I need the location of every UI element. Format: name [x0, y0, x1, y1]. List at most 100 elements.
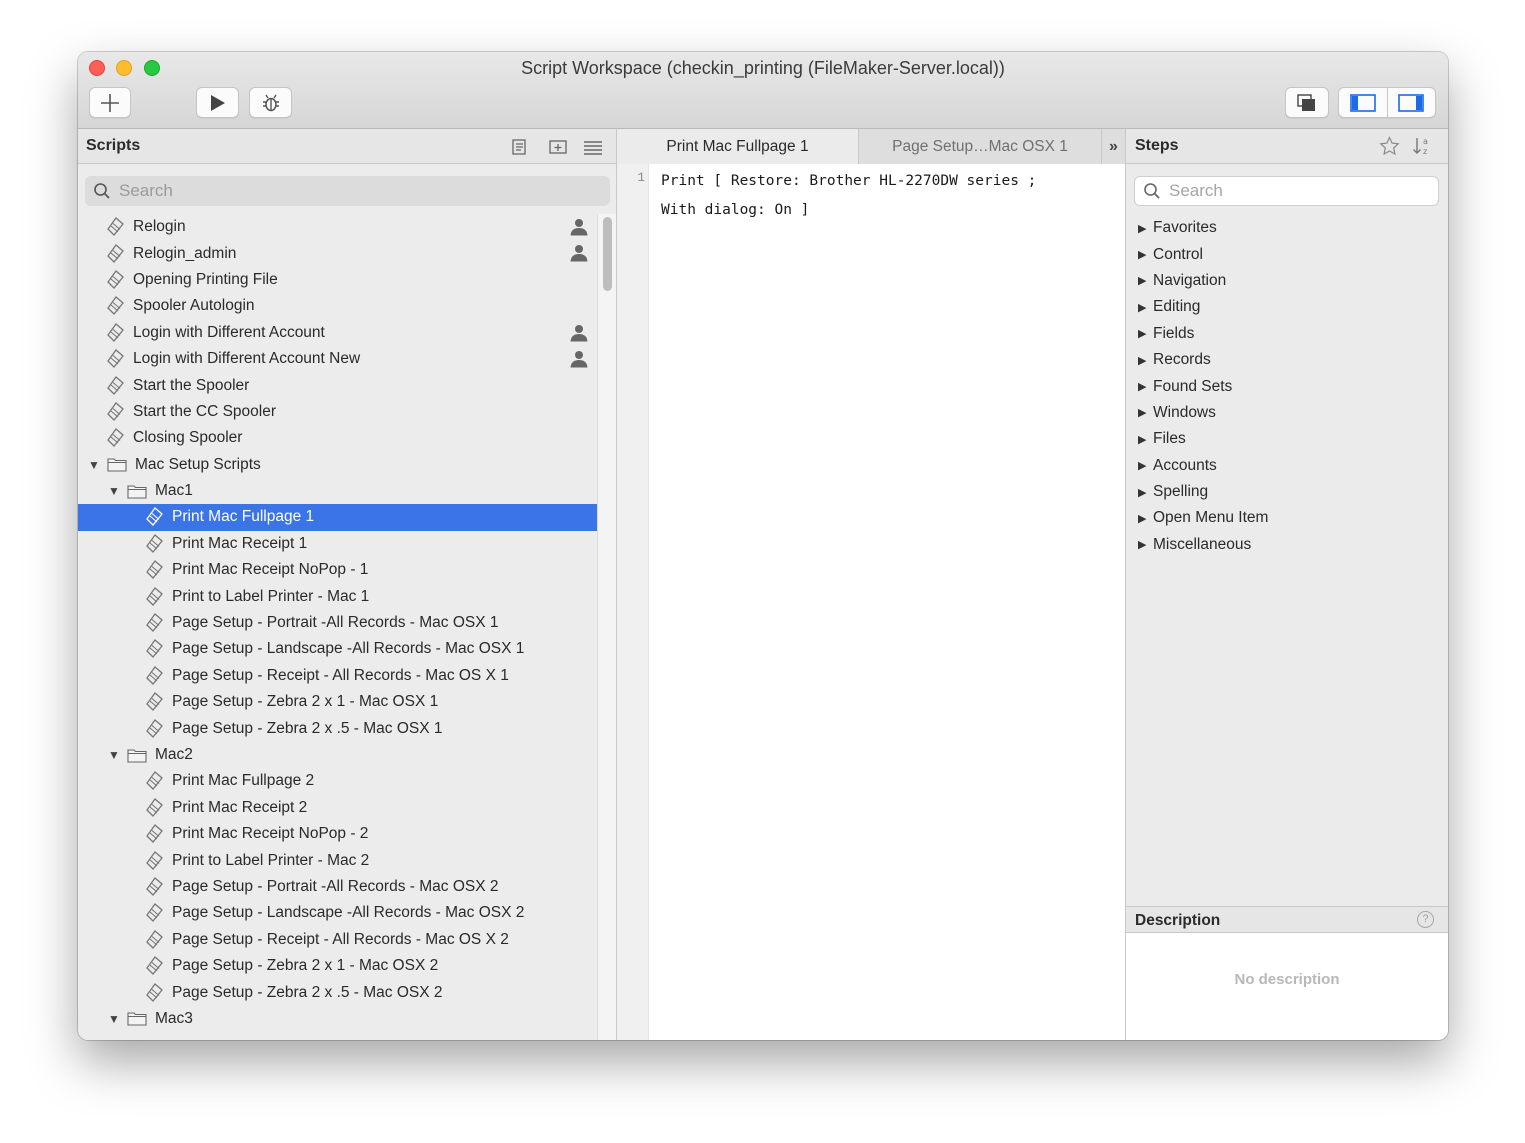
script-item[interactable]: Login with Different Account New: [78, 346, 597, 372]
script-label: Page Setup - Zebra 2 x .5 - Mac OSX 2: [172, 983, 443, 1001]
script-item[interactable]: Page Setup - Zebra 2 x 1 - Mac OSX 1: [78, 689, 597, 715]
disclosure-triangle-closed-icon[interactable]: ▶: [1138, 486, 1153, 499]
script-item[interactable]: Start the CC Spooler: [78, 399, 597, 425]
script-icon: [146, 850, 164, 870]
script-item[interactable]: Page Setup - Landscape -All Records - Ma…: [78, 900, 597, 926]
step-category-item[interactable]: ▶ Found Sets: [1138, 373, 1268, 399]
disclosure-triangle-open-icon[interactable]: ▼: [107, 484, 121, 498]
script-item[interactable]: Page Setup - Portrait -All Records - Mac…: [78, 610, 597, 636]
steps-header-label: Steps: [1135, 137, 1179, 154]
script-tabs: Print Mac Fullpage 1 Page Setup…Mac OSX …: [617, 129, 1126, 164]
folder-icon: [107, 457, 127, 472]
disclosure-triangle-open-icon[interactable]: ▼: [87, 458, 101, 472]
script-icon: [107, 401, 125, 421]
step-category-item[interactable]: ▶ Control: [1138, 241, 1268, 267]
script-item[interactable]: Print to Label Printer - Mac 1: [78, 583, 597, 609]
script-label: Login with Different Account: [133, 323, 325, 341]
disclosure-triangle-open-icon[interactable]: ▼: [107, 748, 121, 762]
script-item[interactable]: Print Mac Fullpage 2: [78, 768, 597, 794]
scripts-search-input[interactable]: [119, 181, 559, 201]
disclosure-triangle-closed-icon[interactable]: ▶: [1138, 380, 1153, 393]
run-script-button[interactable]: [196, 87, 239, 118]
script-item[interactable]: Page Setup - Zebra 2 x .5 - Mac OSX 2: [78, 979, 597, 1005]
step-category-item[interactable]: ▶ Open Menu Item: [1138, 505, 1268, 531]
help-icon[interactable]: ?: [1417, 911, 1434, 928]
folder-item[interactable]: ▼ Mac1: [78, 478, 597, 504]
script-icon: [107, 217, 125, 237]
disclosure-triangle-closed-icon[interactable]: ▶: [1138, 459, 1153, 472]
script-label: Page Setup - Receipt - All Records - Mac…: [172, 930, 509, 948]
step-category-item[interactable]: ▶ Favorites: [1138, 215, 1268, 241]
disclosure-triangle-closed-icon[interactable]: ▶: [1138, 248, 1153, 261]
script-item[interactable]: Page Setup - Zebra 2 x 1 - Mac OSX 2: [78, 953, 597, 979]
script-item[interactable]: Opening Printing File: [78, 267, 597, 293]
more-tabs-button[interactable]: »: [1102, 129, 1126, 164]
disclosure-triangle-closed-icon[interactable]: ▶: [1138, 538, 1153, 551]
toggle-left-panel-button[interactable]: [1339, 88, 1387, 117]
step-category-label: Records: [1153, 351, 1211, 369]
step-category-item[interactable]: ▶ Records: [1138, 347, 1268, 373]
script-item[interactable]: Page Setup - Portrait -All Records - Mac…: [78, 874, 597, 900]
window-list-button[interactable]: [1285, 87, 1329, 118]
folder-item[interactable]: ▼ Mac Setup Scripts: [78, 452, 597, 478]
script-item[interactable]: Page Setup - Zebra 2 x .5 - Mac OSX 1: [78, 715, 597, 741]
disclosure-triangle-closed-icon[interactable]: ▶: [1138, 274, 1153, 287]
script-item[interactable]: Login with Different Account: [78, 320, 597, 346]
step-category-item[interactable]: ▶ Editing: [1138, 294, 1268, 320]
new-script-button[interactable]: [89, 87, 131, 118]
step-category-item[interactable]: ▶ Windows: [1138, 400, 1268, 426]
step-category-item[interactable]: ▶ Accounts: [1138, 453, 1268, 479]
script-item[interactable]: Print Mac Receipt 2: [78, 795, 597, 821]
scrollbar-thumb[interactable]: [603, 217, 612, 291]
script-label: Spooler Autologin: [133, 297, 255, 315]
new-separator-icon[interactable]: [582, 137, 604, 162]
script-item[interactable]: Print Mac Receipt 1: [78, 531, 597, 557]
script-item[interactable]: Page Setup - Receipt - All Records - Mac…: [78, 927, 597, 953]
script-item[interactable]: Start the Spooler: [78, 372, 597, 398]
disclosure-triangle-closed-icon[interactable]: ▶: [1138, 406, 1153, 419]
folder-item[interactable]: ▼ Mac2: [78, 742, 597, 768]
disclosure-triangle-closed-icon[interactable]: ▶: [1138, 222, 1153, 235]
step-category-item[interactable]: ▶ Spelling: [1138, 479, 1268, 505]
windows-stack-icon: [1297, 93, 1315, 111]
script-editor[interactable]: 1 Print [ Restore: Brother HL-2270DW ser…: [617, 164, 1126, 1040]
disclosure-triangle-closed-icon[interactable]: ▶: [1138, 327, 1153, 340]
disclosure-triangle-closed-icon[interactable]: ▶: [1138, 433, 1153, 446]
script-item[interactable]: Page Setup - Receipt - All Records - Mac…: [78, 663, 597, 689]
script-item[interactable]: Closing Spooler: [78, 425, 597, 451]
script-item[interactable]: Print to Label Printer - Mac 2: [78, 847, 597, 873]
script-item[interactable]: Relogin_admin: [78, 240, 597, 266]
disclosure-triangle-open-icon[interactable]: ▼: [107, 1012, 121, 1026]
script-item[interactable]: Page Setup - Landscape -All Records - Ma…: [78, 636, 597, 662]
folder-item[interactable]: ▼ Mac3: [78, 1006, 597, 1032]
step-category-item[interactable]: ▶ Fields: [1138, 321, 1268, 347]
debug-script-button[interactable]: [249, 87, 292, 118]
script-step-text[interactable]: Print [ Restore: Brother HL-2270DW serie…: [661, 167, 1036, 225]
new-script-icon[interactable]: [510, 137, 530, 162]
script-item[interactable]: Print Mac Receipt NoPop - 1: [78, 557, 597, 583]
tab-print-mac-fullpage-1[interactable]: Print Mac Fullpage 1: [617, 129, 859, 164]
steps-search-input[interactable]: [1169, 181, 1429, 201]
scripts-scrollbar[interactable]: [597, 214, 616, 1040]
toggle-right-panel-button[interactable]: [1386, 88, 1435, 117]
tab-page-setup-mac-osx-1[interactable]: Page Setup…Mac OSX 1: [859, 129, 1102, 164]
disclosure-triangle-closed-icon[interactable]: ▶: [1138, 354, 1153, 367]
step-category-item[interactable]: ▶ Files: [1138, 426, 1268, 452]
step-category-item[interactable]: ▶ Navigation: [1138, 268, 1268, 294]
script-item[interactable]: Spooler Autologin: [78, 293, 597, 319]
script-icon: [107, 322, 125, 342]
step-categories: ▶ Favorites ▶ Control ▶ Navigation ▶ Editing ▶ Fi…: [1138, 215, 1268, 558]
script-item[interactable]: Print Mac Receipt NoPop - 2: [78, 821, 597, 847]
script-item-selected[interactable]: Print Mac Fullpage 1: [78, 504, 597, 531]
script-item[interactable]: Relogin: [78, 214, 597, 240]
disclosure-triangle-closed-icon[interactable]: ▶: [1138, 512, 1153, 525]
new-folder-icon[interactable]: [548, 137, 568, 162]
disclosure-triangle-closed-icon[interactable]: ▶: [1138, 301, 1153, 314]
script-label: Relogin: [133, 218, 186, 236]
scripts-panel-header: Scripts: [78, 129, 617, 164]
step-category-label: Accounts: [1153, 456, 1217, 474]
script-label: Print Mac Receipt NoPop - 2: [172, 825, 369, 843]
step-category-item[interactable]: ▶ Miscellaneous: [1138, 532, 1268, 558]
sort-alphabetical-icon[interactable]: az: [1411, 135, 1433, 162]
star-icon[interactable]: [1379, 136, 1400, 161]
